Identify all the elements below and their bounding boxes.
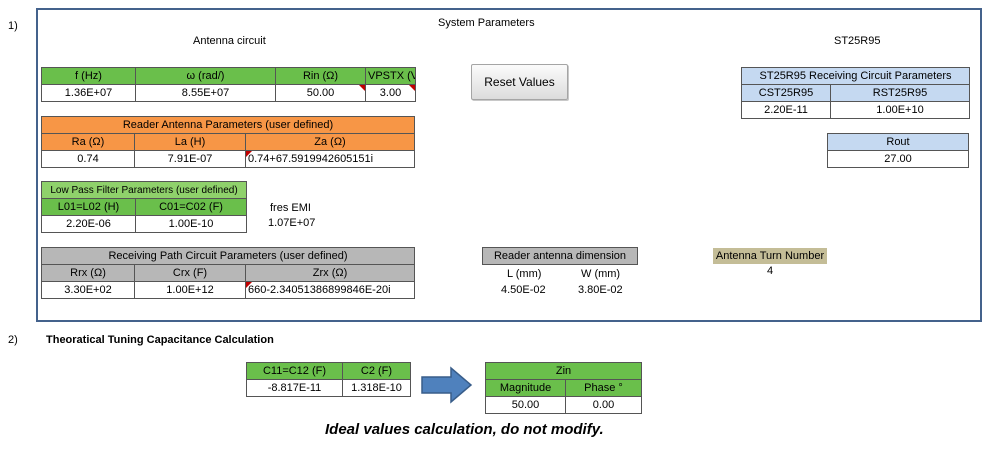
header-rrx: Rrx (Ω) (41, 264, 135, 282)
low-pass-filter-table: Low Pass Filter Parameters (user defined… (40, 181, 248, 233)
c2-cell: 1.318E-10 (342, 379, 411, 397)
table-row: Receiving Path Circuit Parameters (user … (40, 247, 416, 265)
l01-cell[interactable]: 2.20E-06 (41, 215, 136, 233)
header-magnitude: Magnitude (485, 379, 566, 397)
st25r95-receiving-table: ST25R95 Receiving Circuit Parameters CST… (741, 67, 970, 119)
receiving-path-title: Receiving Path Circuit Parameters (user … (40, 247, 416, 265)
reset-values-button[interactable]: Reset Values (471, 64, 568, 100)
header-vpstx: VPSTX (V) (365, 67, 416, 85)
low-pass-filter-title: Low Pass Filter Parameters (user defined… (40, 181, 248, 199)
table-row: C11=C12 (F) C2 (F) (246, 362, 411, 380)
basic-params-table: f (Hz) ω (rad/) Rin (Ω) VPSTX (V) 1.36E+… (41, 67, 416, 102)
section-number-2: 2) (8, 334, 18, 346)
table-row: CST25R95 RST25R95 (741, 84, 970, 102)
table-row: ST25R95 Receiving Circuit Parameters (741, 67, 970, 85)
reader-antenna-title: Reader Antenna Parameters (user defined) (41, 116, 415, 134)
header-phase: Phase ° (565, 379, 642, 397)
right-arrow-icon (421, 366, 473, 404)
tuning-title: Theoratical Tuning Capacitance Calculati… (46, 334, 274, 346)
magnitude-cell: 50.00 (485, 396, 566, 414)
cst25r95-cell[interactable]: 2.20E-11 (741, 101, 831, 119)
header-c2: C2 (F) (342, 362, 411, 380)
system-parameters-title: System Parameters (438, 17, 535, 29)
dimension-w-header: W (mm) (581, 268, 621, 280)
zin-table: Zin Magnitude Phase ° 50.00 0.00 (485, 362, 642, 414)
frequency-cell[interactable]: 1.36E+07 (41, 84, 136, 102)
receiving-path-table: Receiving Path Circuit Parameters (user … (40, 247, 416, 299)
fres-emi-label: fres EMI (270, 202, 311, 214)
table-row: -8.817E-11 1.318E-10 (246, 379, 411, 397)
table-row: Rrx (Ω) Crx (F) Zrx (Ω) (41, 264, 416, 282)
table-row: Low Pass Filter Parameters (user defined… (40, 181, 248, 199)
fres-emi-value: 1.07E+07 (268, 217, 316, 229)
vpstx-cell[interactable]: 3.00 (365, 84, 416, 102)
zin-title: Zin (485, 362, 642, 380)
table-row: Zin (485, 362, 642, 380)
section-number-1: 1) (8, 20, 18, 32)
table-row: L01=L02 (H) C01=C02 (F) (41, 198, 248, 216)
header-frequency: f (Hz) (41, 67, 136, 85)
header-za: Za (Ω) (245, 133, 415, 151)
footer-note: Ideal values calculation, do not modify. (325, 421, 604, 438)
table-row: f (Hz) ω (rad/) Rin (Ω) VPSTX (V) (41, 67, 416, 85)
header-l01: L01=L02 (H) (41, 198, 136, 216)
la-cell[interactable]: 7.91E-07 (134, 150, 246, 168)
rin-cell[interactable]: 50.00 (275, 84, 366, 102)
antenna-turn-label: Antenna Turn Number (713, 248, 827, 264)
table-row: 50.00 0.00 (485, 396, 642, 414)
header-ra: Ra (Ω) (41, 133, 135, 151)
table-row: 0.74 7.91E-07 0.74+67.5919942605151i (41, 150, 415, 168)
ra-cell[interactable]: 0.74 (41, 150, 135, 168)
c01-cell[interactable]: 1.00E-10 (134, 215, 248, 233)
dimension-l-header: L (mm) (507, 268, 542, 280)
table-row: Reader antenna dimension (482, 247, 638, 265)
header-c01: C01=C02 (F) (134, 198, 248, 216)
table-row: Magnitude Phase ° (485, 379, 642, 397)
antenna-circuit-label: Antenna circuit (193, 35, 266, 47)
st25r95-label: ST25R95 (834, 35, 881, 47)
rout-table: Rout 27.00 (827, 133, 969, 168)
table-row: 1.36E+07 8.55E+07 50.00 3.00 (41, 84, 416, 102)
dimension-w-value[interactable]: 3.80E-02 (578, 284, 623, 296)
rrx-cell[interactable]: 3.30E+02 (41, 281, 135, 299)
header-la: La (H) (134, 133, 246, 151)
tuning-table: C11=C12 (F) C2 (F) -8.817E-11 1.318E-10 (246, 362, 411, 397)
phase-cell: 0.00 (565, 396, 642, 414)
antenna-turn-value[interactable]: 4 (767, 265, 773, 277)
table-row: 2.20E-11 1.00E+10 (741, 101, 970, 119)
crx-cell[interactable]: 1.00E+12 (134, 281, 246, 299)
header-cst25r95: CST25R95 (741, 84, 831, 102)
za-cell[interactable]: 0.74+67.5919942605151i (245, 150, 415, 168)
reader-antenna-dimension-table: Reader antenna dimension (482, 247, 638, 265)
reader-antenna-table: Reader Antenna Parameters (user defined)… (41, 116, 415, 168)
table-row: 2.20E-06 1.00E-10 (41, 215, 248, 233)
table-row: Rout (827, 133, 969, 151)
table-row: 27.00 (827, 150, 969, 168)
header-rin: Rin (Ω) (275, 67, 366, 85)
rst25r95-cell[interactable]: 1.00E+10 (830, 101, 970, 119)
header-rst25r95: RST25R95 (830, 84, 970, 102)
st25r95-receiving-title: ST25R95 Receiving Circuit Parameters (741, 67, 970, 85)
table-row: 3.30E+02 1.00E+12 660-2.34051386899846E-… (41, 281, 416, 299)
zrx-cell[interactable]: 660-2.34051386899846E-20i (244, 281, 416, 299)
reader-antenna-dimension-title: Reader antenna dimension (482, 247, 638, 265)
header-crx: Crx (F) (134, 264, 246, 282)
dimension-l-value[interactable]: 4.50E-02 (501, 284, 546, 296)
table-row: Reader Antenna Parameters (user defined) (41, 116, 415, 134)
header-zrx: Zrx (Ω) (244, 264, 416, 282)
omega-cell[interactable]: 8.55E+07 (135, 84, 276, 102)
rout-label: Rout (827, 133, 969, 151)
header-omega: ω (rad/) (135, 67, 276, 85)
header-c11: C11=C12 (F) (246, 362, 343, 380)
rout-cell[interactable]: 27.00 (827, 150, 969, 168)
table-row: Ra (Ω) La (H) Za (Ω) (41, 133, 415, 151)
c11-cell: -8.817E-11 (246, 379, 343, 397)
